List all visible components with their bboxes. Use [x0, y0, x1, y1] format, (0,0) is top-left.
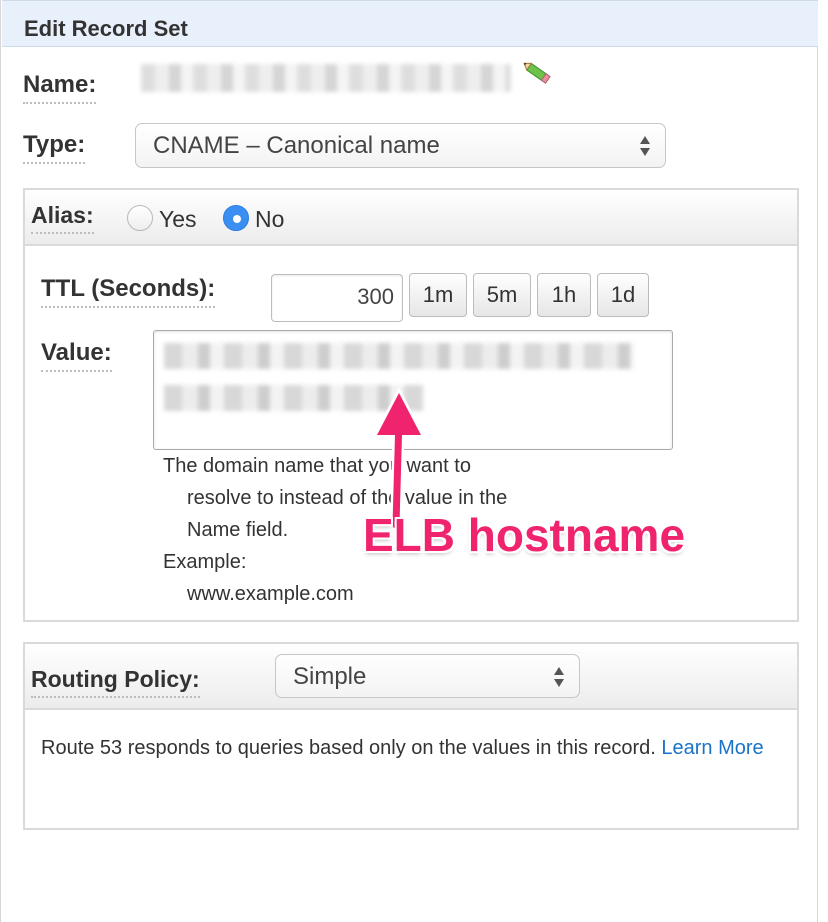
panel-header: Edit Record Set: [2, 0, 818, 47]
select-arrows-icon: [640, 136, 650, 156]
pencil-icon[interactable]: [521, 58, 555, 88]
ttl-input[interactable]: 300: [271, 274, 403, 322]
ttl-5m-button[interactable]: 5m: [473, 273, 531, 317]
alias-yes-radio[interactable]: [127, 205, 153, 231]
ttl-1h-button[interactable]: 1h: [537, 273, 591, 317]
value-help-line-3: Name field.: [187, 519, 289, 541]
alias-label: Alias:: [31, 200, 94, 234]
alias-no-radio[interactable]: [223, 205, 249, 231]
value-help-line-5: www.example.com: [187, 583, 354, 605]
routing-description: Route 53 responds to queries based only …: [41, 732, 801, 764]
learn-more-link[interactable]: Learn More: [661, 737, 763, 759]
edit-record-set-panel: Edit Record Set Name: Type: CNAME – Cano…: [0, 0, 818, 922]
alias-yes-label[interactable]: Yes: [159, 206, 197, 233]
annotation-text: ELB hostname: [363, 509, 686, 561]
value-label: Value:: [41, 338, 112, 372]
type-label: Type:: [23, 130, 86, 164]
panel-title: Edit Record Set: [24, 16, 188, 41]
alias-no-label[interactable]: No: [255, 206, 284, 233]
name-value-redacted: [141, 64, 511, 92]
name-label: Name:: [23, 70, 97, 104]
value-help-line-4: Example:: [163, 551, 247, 573]
routing-policy-value: Simple: [293, 663, 367, 690]
type-select[interactable]: CNAME – Canonical name: [135, 123, 666, 168]
ttl-1m-button[interactable]: 1m: [409, 273, 467, 317]
routing-policy-label: Routing Policy:: [31, 664, 200, 698]
ttl-1d-button[interactable]: 1d: [597, 273, 649, 317]
value-redacted-line-1: [164, 343, 634, 369]
routing-policy-select[interactable]: Simple: [275, 654, 580, 698]
type-select-value: CNAME – Canonical name: [153, 132, 440, 159]
select-arrows-icon: [554, 667, 564, 687]
ttl-label: TTL (Seconds):: [41, 274, 216, 308]
routing-description-text: Route 53 responds to queries based only …: [41, 737, 656, 759]
